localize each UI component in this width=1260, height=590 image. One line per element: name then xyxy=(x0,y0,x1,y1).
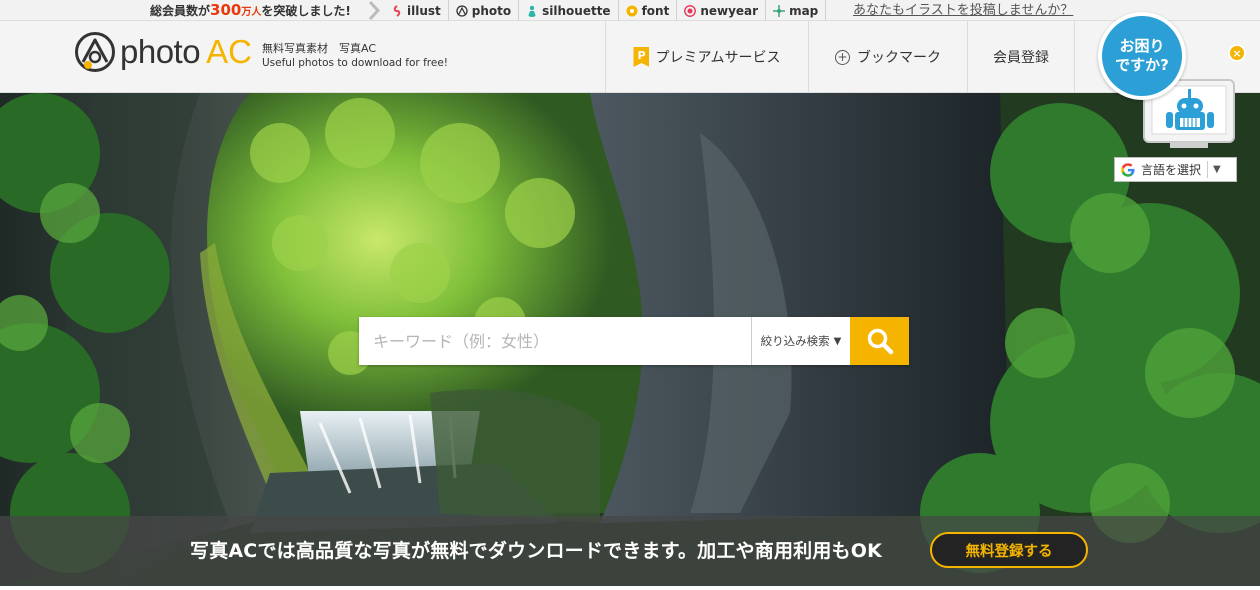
tagline-jp: 無料写真素材 写真AC xyxy=(262,42,377,55)
close-icon[interactable]: × xyxy=(1228,44,1246,62)
logo-text-ac: AC xyxy=(206,33,252,70)
photoac-logo-icon xyxy=(75,32,115,72)
nav-bookmark-label: ブックマーク xyxy=(857,50,941,66)
member-notice-prefix: 総会員数が xyxy=(150,4,211,18)
help-line-1: お困り xyxy=(1119,37,1165,55)
nav-premium-service[interactable]: P プレミアムサービス xyxy=(605,21,808,93)
dropdown-arrow-icon: ▼ xyxy=(833,335,842,347)
site-header: photo AC 無料写真素材 写真AC Useful photos to do… xyxy=(0,21,1260,93)
help-bubble-button[interactable]: お困り ですか? xyxy=(1098,12,1186,100)
silhouette-icon xyxy=(528,5,537,17)
site-link-label: photo xyxy=(471,3,512,18)
nav-member-register[interactable]: 会員登録 xyxy=(967,21,1075,93)
google-translate-select[interactable]: 言語を選択 ▼ xyxy=(1114,157,1237,182)
site-links: illust photo silhouette font newyear map xyxy=(384,0,827,21)
promo-banner: 写真ACでは高品質な写真が無料でダウンロードできます。加工や商用利用もOK 無料… xyxy=(0,516,1260,586)
free-register-button[interactable]: 無料登録する xyxy=(930,532,1088,568)
newyear-icon xyxy=(684,4,697,17)
illust-icon xyxy=(393,4,401,17)
divider xyxy=(1207,161,1209,178)
site-link-font[interactable]: font xyxy=(619,0,678,21)
search-icon xyxy=(867,328,893,355)
search-input[interactable] xyxy=(359,317,751,365)
site-link-label: silhouette xyxy=(542,3,611,18)
photo-icon xyxy=(456,4,468,17)
nav-bookmark[interactable]: + ブックマーク xyxy=(808,21,967,93)
header-nav: P プレミアムサービス + ブックマーク 会員登録 xyxy=(605,21,1075,93)
site-link-silhouette[interactable]: silhouette xyxy=(519,0,619,21)
site-link-map[interactable]: map xyxy=(766,0,827,21)
nav-register-label: 会員登録 xyxy=(993,50,1049,66)
premium-badge-icon: P xyxy=(633,47,650,67)
site-link-label: map xyxy=(789,3,819,18)
chevron-right-icon xyxy=(368,0,381,21)
translate-label: 言語を選択 xyxy=(1141,163,1202,177)
search-button[interactable] xyxy=(850,317,909,365)
post-illustration-link[interactable]: あなたもイラストを投稿しませんか？ xyxy=(853,0,1073,21)
member-count-unit: 万人 xyxy=(241,7,262,18)
site-link-label: font xyxy=(641,3,670,18)
site-link-newyear[interactable]: newyear xyxy=(677,0,767,21)
member-count-notice: 総会員数が300万人を突破しました! xyxy=(150,0,351,21)
search-bar: 絞り込み検索 ▼ xyxy=(359,317,909,365)
refine-search-dropdown[interactable]: 絞り込み検索 ▼ xyxy=(751,317,850,365)
site-tagline: 無料写真素材 写真AC Useful photos to download fo… xyxy=(262,41,448,71)
nav-premium-label: プレミアムサービス xyxy=(655,50,781,66)
site-link-illust[interactable]: illust xyxy=(384,0,449,21)
refine-search-label: 絞り込み検索 xyxy=(760,334,830,348)
promo-text: 写真ACでは高品質な写真が無料でダウンロードできます。加工や商用利用もOK xyxy=(190,540,883,562)
site-link-label: newyear xyxy=(700,3,759,18)
font-icon xyxy=(626,5,638,16)
top-strip: 総会員数が300万人を突破しました! illust photo silhouet… xyxy=(0,0,1260,21)
logo-text-photo: photo xyxy=(120,33,201,70)
help-line-2: ですか? xyxy=(1115,56,1169,74)
google-icon xyxy=(1121,162,1135,177)
hero-section: 絞り込み検索 ▼ 写真ACでは高品質な写真が無料でダウンロードできます。加工や商… xyxy=(0,93,1260,586)
plus-circle-icon: + xyxy=(835,49,850,65)
member-notice-suffix: を突破しました! xyxy=(261,4,351,18)
dropdown-arrow-icon: ▼ xyxy=(1213,164,1221,175)
map-icon xyxy=(773,4,786,17)
site-link-photo[interactable]: photo xyxy=(449,0,520,21)
site-logo[interactable]: photo AC xyxy=(74,31,252,73)
help-widget: お困り ですか? × xyxy=(1098,12,1258,152)
site-link-label: illust xyxy=(407,3,441,18)
tagline-en: Useful photos to download for free! xyxy=(262,57,448,69)
member-count: 300 xyxy=(210,1,242,19)
